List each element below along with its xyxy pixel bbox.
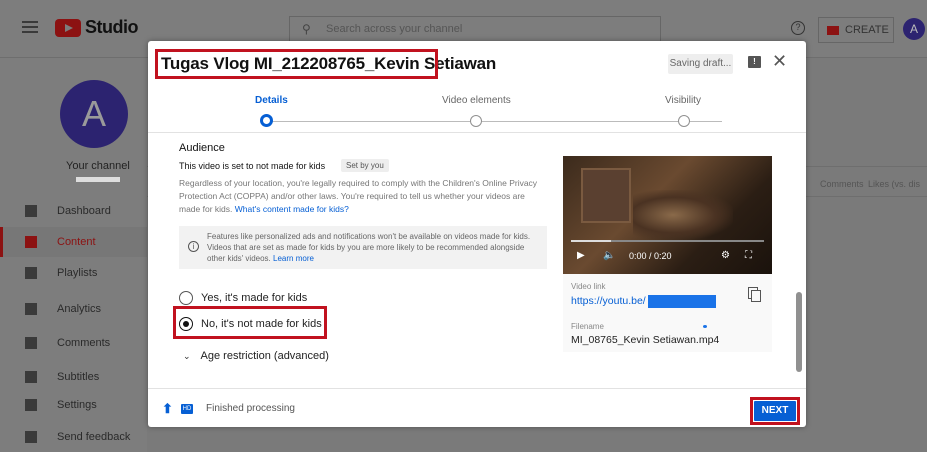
- sidebar-item-label: Dashboard: [57, 205, 111, 217]
- dialog-scrollbar[interactable]: [796, 292, 802, 372]
- video-frame-people: [633, 190, 733, 240]
- channel-name-redacted: [76, 177, 120, 182]
- audience-status: This video is set to not made for kids: [179, 161, 326, 171]
- volume-icon[interactable]: 🔈: [603, 250, 615, 261]
- hd-icon: HD: [181, 404, 193, 414]
- subtitles-icon: [25, 371, 37, 383]
- dialog-header: Tugas Vlog MI_212208765_Kevin Setiawan S…: [148, 41, 806, 89]
- video-player[interactable]: ▶ 🔈 0:00 / 0:20 ⚙ ⛶: [563, 156, 772, 274]
- audience-description: Regardless of your location, you're lega…: [179, 177, 539, 216]
- kids-info-text: Features like personalized ads and notif…: [207, 231, 542, 264]
- sidebar-item-dashboard[interactable]: Dashboard: [0, 196, 147, 226]
- sidebar-item-label: Playlists: [57, 267, 98, 279]
- youtube-logo-icon: [55, 18, 81, 37]
- help-icon[interactable]: ?: [791, 21, 805, 35]
- sidebar-item-comments[interactable]: Comments: [0, 328, 147, 358]
- kids-info-body: Features like personalized ads and notif…: [207, 232, 531, 263]
- channel-label: Your channel: [66, 160, 130, 172]
- audience-heading: Audience: [179, 142, 225, 154]
- channel-avatar[interactable]: A: [60, 80, 128, 148]
- step-video-elements-label[interactable]: Video elements: [442, 95, 511, 106]
- next-button[interactable]: NEXT: [754, 401, 796, 421]
- create-button[interactable]: CREATE: [818, 17, 894, 43]
- video-time: 0:00 / 0:20: [629, 251, 672, 261]
- search-icon: ⚲: [302, 22, 311, 36]
- video-link[interactable]: https://youtu.be/: [571, 295, 646, 307]
- age-restriction-toggle[interactable]: ⌄ Age restriction (advanced): [183, 350, 329, 362]
- no-option-highlight-box: [173, 306, 327, 339]
- filename-value: MI_08765_Kevin Setiawan.mp4: [571, 334, 720, 346]
- search-input[interactable]: ⚲ Search across your channel: [289, 16, 661, 43]
- dashboard-icon: [25, 205, 37, 217]
- video-link-redacted: [648, 295, 716, 308]
- play-icon[interactable]: ▶: [577, 250, 585, 261]
- step-visibility-label[interactable]: Visibility: [665, 95, 701, 106]
- create-label: CREATE: [845, 24, 889, 36]
- step-video-elements-dot[interactable]: [470, 115, 482, 127]
- saving-status-badge: Saving draft...: [668, 54, 733, 74]
- upload-dialog: Tugas Vlog MI_212208765_Kevin Setiawan S…: [148, 41, 806, 427]
- video-frame-detail: [581, 168, 631, 223]
- filename-marker: [703, 325, 707, 328]
- learn-more-link[interactable]: Learn more: [273, 254, 314, 263]
- sidebar-item-label: Content: [57, 236, 96, 248]
- stepper-line: [272, 121, 722, 122]
- sidebar-item-playlists[interactable]: Playlists: [0, 258, 147, 288]
- kids-info-box: i Features like personalized ads and not…: [179, 226, 547, 269]
- seek-bar-progress: [571, 240, 611, 242]
- radio-made-for-kids-yes[interactable]: Yes, it's made for kids: [179, 289, 307, 307]
- sidebar-item-send-feedback[interactable]: Send feedback: [0, 422, 147, 452]
- comments-icon: [25, 337, 37, 349]
- video-preview-card: ▶ 🔈 0:00 / 0:20 ⚙ ⛶ Video link https://y…: [563, 156, 772, 352]
- sidebar-item-label: Settings: [57, 399, 97, 411]
- video-camera-icon: [827, 25, 839, 35]
- fullscreen-icon[interactable]: ⛶: [745, 250, 752, 261]
- feedback-icon: [25, 431, 37, 443]
- sidebar-item-settings[interactable]: Settings: [0, 390, 147, 420]
- sidebar-item-label: Send feedback: [57, 431, 131, 443]
- sidebar-item-label: Subtitles: [57, 371, 100, 383]
- content-icon: [25, 236, 37, 248]
- playlists-icon: [25, 267, 37, 279]
- close-icon[interactable]: ✕: [772, 51, 787, 72]
- account-avatar[interactable]: A: [903, 18, 925, 40]
- gear-icon[interactable]: ⚙: [721, 250, 730, 261]
- made-for-kids-link[interactable]: What's content made for kids?: [235, 204, 349, 214]
- sidebar-item-label: Comments: [57, 337, 111, 349]
- feedback-icon[interactable]: !: [748, 56, 761, 68]
- upload-icon: ⬆: [162, 401, 173, 416]
- step-details-dot[interactable]: [260, 114, 273, 127]
- info-icon: i: [188, 241, 199, 252]
- sidebar-item-analytics[interactable]: Analytics: [0, 294, 147, 324]
- filename-label: Filename: [571, 322, 604, 331]
- sidebar-item-subtitles[interactable]: Subtitles: [0, 362, 147, 392]
- copy-icon[interactable]: [748, 287, 761, 302]
- step-visibility-dot[interactable]: [678, 115, 690, 127]
- set-by-chip: Set by you: [341, 159, 389, 172]
- upload-stepper: Details Video elements Visibility: [148, 89, 806, 133]
- analytics-icon: [25, 303, 37, 315]
- step-details-label[interactable]: Details: [255, 95, 288, 106]
- sidebar-item-label: Analytics: [57, 303, 102, 315]
- bg-col-likes: Likes (vs. dis: [868, 179, 921, 189]
- audience-description-text: Regardless of your location, you're lega…: [179, 178, 538, 214]
- menu-icon[interactable]: [22, 21, 38, 33]
- title-highlight-box: [155, 49, 438, 79]
- logo-text: Studio: [85, 17, 139, 37]
- details-content: Audience This video is set to not made f…: [148, 134, 806, 388]
- processing-status: Finished processing: [206, 403, 295, 414]
- sidebar: A Your channel Dashboard Content Playlis…: [0, 58, 147, 452]
- age-restriction-label: Age restriction (advanced): [200, 350, 329, 362]
- search-placeholder: Search across your channel: [326, 23, 463, 35]
- bg-col-comments: Comments: [820, 179, 864, 189]
- chevron-down-icon: ⌄: [183, 350, 191, 361]
- dialog-footer: ⬆ HD Finished processing NEXT: [148, 388, 806, 427]
- video-link-label: Video link: [571, 282, 606, 291]
- radio-button[interactable]: [179, 291, 193, 305]
- gear-icon: [25, 399, 37, 411]
- sidebar-item-content[interactable]: Content: [0, 227, 147, 257]
- radio-label: Yes, it's made for kids: [201, 292, 308, 304]
- studio-logo[interactable]: Studio: [55, 17, 139, 38]
